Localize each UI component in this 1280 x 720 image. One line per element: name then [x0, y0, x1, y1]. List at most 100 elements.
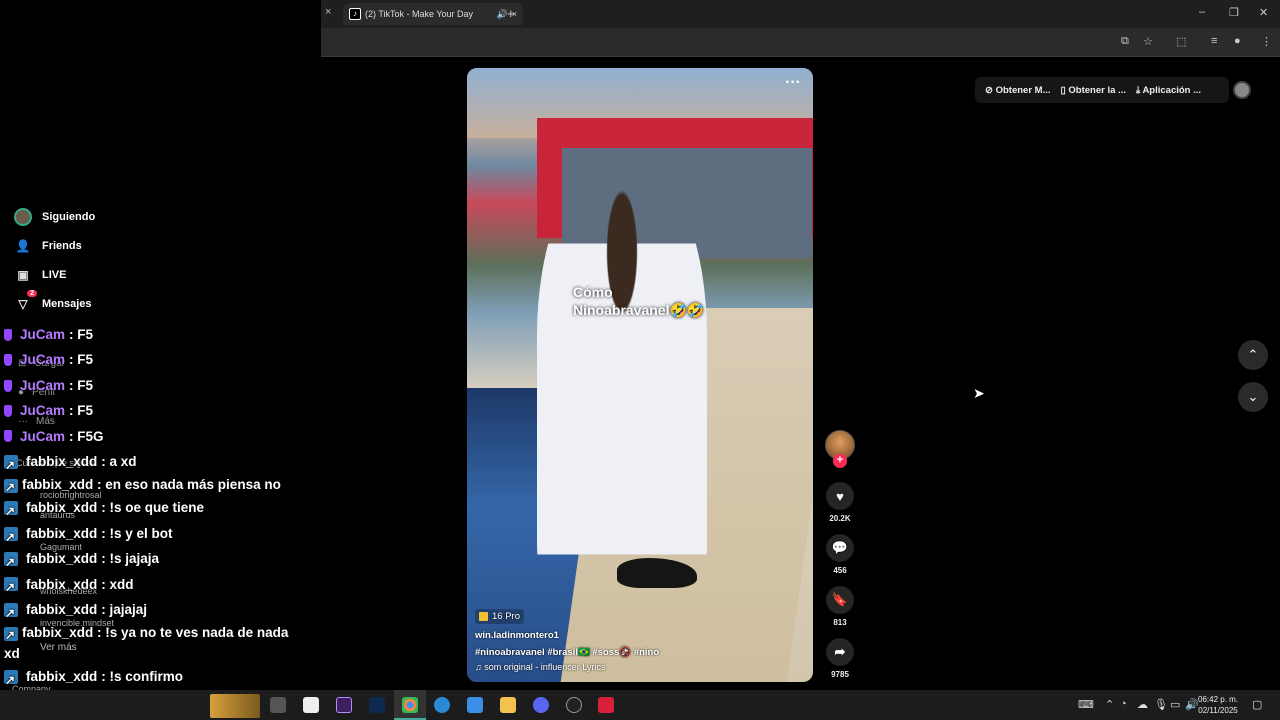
twitch-badge-icon: [4, 379, 12, 392]
sidebar-item-friends[interactable]: 👤 Friends: [14, 237, 82, 255]
chat-username: JuCam: [20, 428, 66, 444]
chat-text: : F5G: [69, 428, 104, 444]
twitch-badge-icon: [4, 404, 12, 417]
promo-tag[interactable]: 16 Pro: [475, 609, 524, 624]
sidebar-item-mensajes[interactable]: ▽ 2 Mensajes: [14, 290, 92, 313]
app-icon[interactable]: [598, 697, 614, 713]
bot-badge-icon: [4, 453, 18, 478]
more-options-icon[interactable]: ···: [785, 74, 801, 92]
next-video-button[interactable]: ⌄: [1238, 382, 1268, 412]
video-author[interactable]: win.ladinmontero1: [475, 630, 775, 641]
get-coins-button[interactable]: ⊘ Obtener M...: [985, 85, 1051, 96]
chat-username: JuCam: [20, 403, 66, 419]
keyboard-icon[interactable]: ⌨: [1078, 698, 1094, 711]
comment-button[interactable]: 💬 456: [825, 534, 855, 575]
sidebar-item-label: LIVE: [42, 269, 67, 281]
friends-icon: 👤: [15, 239, 31, 253]
bookmark-icon: 🔖: [826, 586, 854, 614]
messages-badge: 2: [27, 290, 37, 297]
like-count: 20.2K: [829, 514, 851, 523]
store-icon[interactable]: [303, 697, 319, 713]
sidebar-item-live[interactable]: ▣ LIVE: [14, 266, 66, 284]
minimize-button[interactable]: –: [1199, 6, 1205, 18]
app-download-button[interactable]: ⤓ Aplicación ...: [1136, 85, 1201, 96]
live-icon: ▣: [17, 268, 29, 282]
chat-username: fabbix_xdd: [26, 602, 98, 618]
browser-tab-bar: × ♪ (2) TikTok - Make Your Day 🔊 × + – ❐…: [321, 0, 1280, 28]
video-hashtags[interactable]: #ninoabravanel #brasil🇧🇷 #soss🚱 #nino: [475, 647, 775, 658]
tray-arrow-icon[interactable]: ⌃: [1105, 698, 1114, 711]
chrome-icon[interactable]: [402, 697, 418, 713]
messages-icon: ▽ 2: [14, 290, 37, 313]
chat-text: : !s oe que tiene: [101, 500, 205, 516]
file-explorer-icon[interactable]: [500, 697, 516, 713]
chat-username: JuCam: [20, 377, 66, 393]
menu-icon[interactable]: ⋮: [1261, 35, 1272, 48]
tab-tiktok[interactable]: ♪ (2) TikTok - Make Your Day 🔊 ×: [343, 3, 523, 25]
profile-icon[interactable]: ●: [1234, 35, 1241, 47]
restore-button[interactable]: ❐: [1229, 6, 1239, 19]
get-app-button[interactable]: ▯ Obtener la ...: [1061, 85, 1126, 96]
previous-video-button[interactable]: ⌃: [1238, 340, 1268, 370]
discord-icon[interactable]: [533, 697, 549, 713]
chat-message: JuCam : F5: [4, 322, 304, 347]
chat-message: JuCam : F5: [4, 398, 304, 423]
chat-message: fabbix_xdd : en eso nada más piensa no: [4, 474, 304, 498]
sidebar-item-label: Siguiendo: [42, 211, 96, 223]
bot-badge-icon: [4, 575, 18, 601]
save-count: 813: [833, 618, 847, 627]
bot-badge-icon: [4, 625, 18, 646]
sidebar-item-siguiendo[interactable]: Siguiendo: [14, 208, 95, 226]
chat-text: : jajajaj: [101, 602, 148, 618]
bot-badge-icon: [4, 668, 18, 694]
follow-plus-icon[interactable]: +: [833, 454, 847, 468]
share-icon: ➦: [826, 638, 854, 666]
cloud-icon[interactable]: ☁: [1137, 698, 1148, 711]
media-icon[interactable]: ≡: [1211, 35, 1217, 47]
twitch-badge-icon: [4, 354, 12, 367]
share-button[interactable]: ➦ 9785: [825, 638, 855, 679]
extensions-icon[interactable]: ⬚: [1176, 35, 1186, 48]
save-button[interactable]: 🔖 813: [825, 586, 855, 627]
video-person: [537, 168, 707, 588]
video-overlay-text: Cómo Ninoabravanel🤣🤣: [573, 283, 704, 319]
mic-icon[interactable]: 🎙: [1154, 698, 1168, 711]
clock[interactable]: 06:42 p. m. 02/11/2025: [1198, 694, 1238, 716]
promo-label: 16 Pro: [492, 611, 520, 622]
chat-message: fabbix_xdd : xdd: [4, 572, 304, 601]
video-sound[interactable]: ♫ som original - influencer Lyrics: [475, 662, 775, 672]
video-player[interactable]: ··· Cómo Ninoabravanel🤣🤣 16 Pro win.ladi…: [467, 68, 813, 682]
window-close-button[interactable]: ✕: [1259, 6, 1268, 19]
mail-icon[interactable]: [467, 697, 483, 713]
comment-icon: 💬: [826, 534, 854, 562]
chat-message: fabbix_xdd : !s oe que tiene: [4, 495, 304, 525]
search-highlight-image[interactable]: [210, 694, 260, 718]
mouse-cursor-icon: ➤: [973, 385, 985, 401]
comment-count: 456: [833, 566, 847, 575]
left-blank-area: [0, 0, 321, 200]
new-tab-button[interactable]: +: [507, 6, 515, 21]
photoshop-icon[interactable]: [369, 697, 385, 713]
volume-icon[interactable]: 🔊: [1185, 698, 1199, 711]
notifications-icon[interactable]: ▢: [1252, 698, 1262, 711]
network-icon[interactable]: ▭: [1170, 698, 1180, 711]
wifi-icon[interactable]: ◔: [1120, 698, 1127, 710]
close-tab-icon[interactable]: ×: [325, 6, 331, 18]
obs-icon[interactable]: [566, 697, 582, 713]
edge-icon[interactable]: [434, 697, 450, 713]
premiere-icon[interactable]: [336, 697, 352, 713]
chat-text: : !s confirmo: [101, 669, 184, 685]
cast-icon[interactable]: ⧉: [1121, 35, 1129, 48]
chat-text: : en eso nada más piensa no: [93, 477, 281, 493]
clock-date: 02/11/2025: [1198, 706, 1238, 715]
chat-text: : xdd: [101, 576, 134, 592]
tiktok-favicon-icon: ♪: [349, 8, 361, 20]
star-icon[interactable]: ☆: [1143, 35, 1153, 48]
like-button[interactable]: ♥ 20.2K: [825, 482, 855, 523]
user-avatar[interactable]: [1233, 81, 1251, 99]
task-view-icon[interactable]: [270, 697, 286, 713]
chat-text: : !s y el bot: [101, 525, 173, 541]
overlay-line: Ninoabravanel🤣🤣: [573, 302, 705, 318]
chat-username: JuCam: [20, 327, 66, 342]
chat-text: : F5: [69, 403, 94, 419]
